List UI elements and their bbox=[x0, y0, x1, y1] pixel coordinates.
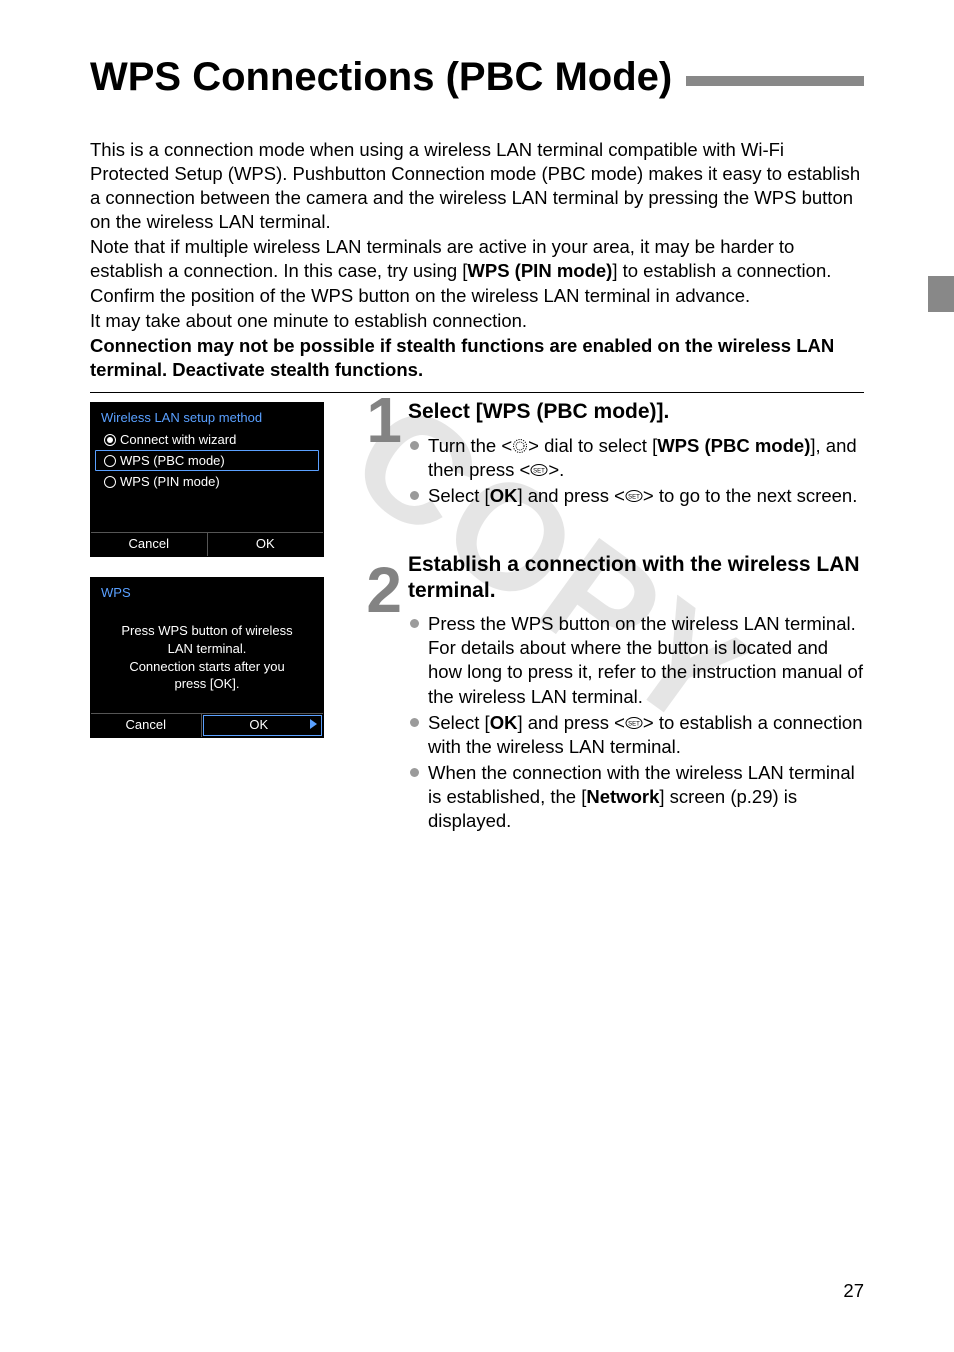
section-tab bbox=[928, 276, 954, 312]
intro-p1: This is a connection mode when using a w… bbox=[90, 138, 864, 234]
page-number: 27 bbox=[843, 1280, 864, 1302]
step-2-bullet-3: When the connection with the wireless LA… bbox=[408, 761, 864, 833]
step-2: Establish a connection with the wireless… bbox=[408, 552, 864, 833]
intro-warning: Connection may not be possible if stealt… bbox=[90, 334, 864, 382]
screen2-header: WPS bbox=[91, 578, 323, 604]
intro-p3: Confirm the position of the WPS button o… bbox=[90, 284, 864, 308]
intro-p2: Note that if multiple wireless LAN termi… bbox=[90, 235, 864, 283]
play-triangle-icon bbox=[310, 719, 317, 729]
step-1-bullet-2: Select [OK] and press <SET> to go to the… bbox=[408, 484, 864, 508]
page-title: WPS Connections (PBC Mode) bbox=[90, 55, 672, 100]
set-icon: SET bbox=[625, 489, 643, 503]
camera-screen-1: Wireless LAN setup method Connect with w… bbox=[90, 402, 324, 557]
step-number-1: 1 bbox=[348, 395, 408, 446]
screen2-message: Press WPS button of wirelessLAN terminal… bbox=[91, 604, 323, 712]
page-title-row: WPS Connections (PBC Mode) bbox=[90, 55, 864, 100]
screen1-ok: OK bbox=[208, 533, 324, 556]
step-2-title: Establish a connection with the wireless… bbox=[408, 552, 864, 605]
set-icon: SET bbox=[530, 463, 548, 477]
screen1-cancel: Cancel bbox=[91, 533, 208, 556]
screen1-opt3: WPS (PIN mode) bbox=[95, 471, 319, 492]
title-rule bbox=[686, 76, 864, 86]
radio-off-icon bbox=[104, 455, 116, 467]
step-1: Select [WPS (PBC mode)]. Turn the <> dia… bbox=[408, 399, 864, 507]
svg-text:SET: SET bbox=[533, 468, 545, 474]
step-1-title: Select [WPS (PBC mode)]. bbox=[408, 399, 864, 425]
set-icon: SET bbox=[625, 716, 643, 730]
radio-on-icon bbox=[104, 434, 116, 446]
screen2-ok-selected: OK bbox=[203, 715, 323, 736]
camera-screen-2: WPS Press WPS button of wirelessLAN term… bbox=[90, 577, 324, 737]
step-2-bullet-2: Select [OK] and press <SET> to establish… bbox=[408, 711, 864, 759]
dial-icon bbox=[512, 438, 528, 454]
svg-text:SET: SET bbox=[628, 494, 640, 500]
step-2-bullet-1: Press the WPS button on the wireless LAN… bbox=[408, 612, 864, 708]
screen1-header: Wireless LAN setup method bbox=[91, 403, 323, 429]
svg-text:SET: SET bbox=[628, 721, 640, 727]
step-1-bullet-1: Turn the <> dial to select [WPS (PBC mod… bbox=[408, 434, 864, 482]
section-divider bbox=[90, 392, 864, 393]
intro-text: This is a connection mode when using a w… bbox=[90, 138, 864, 382]
intro-p4: It may take about one minute to establis… bbox=[90, 309, 864, 333]
screen2-cancel: Cancel bbox=[91, 714, 202, 737]
screen1-opt2-selected: WPS (PBC mode) bbox=[95, 450, 319, 471]
screen1-opt1: Connect with wizard bbox=[95, 429, 319, 450]
step-number-2: 2 bbox=[348, 565, 408, 616]
radio-off-icon bbox=[104, 476, 116, 488]
